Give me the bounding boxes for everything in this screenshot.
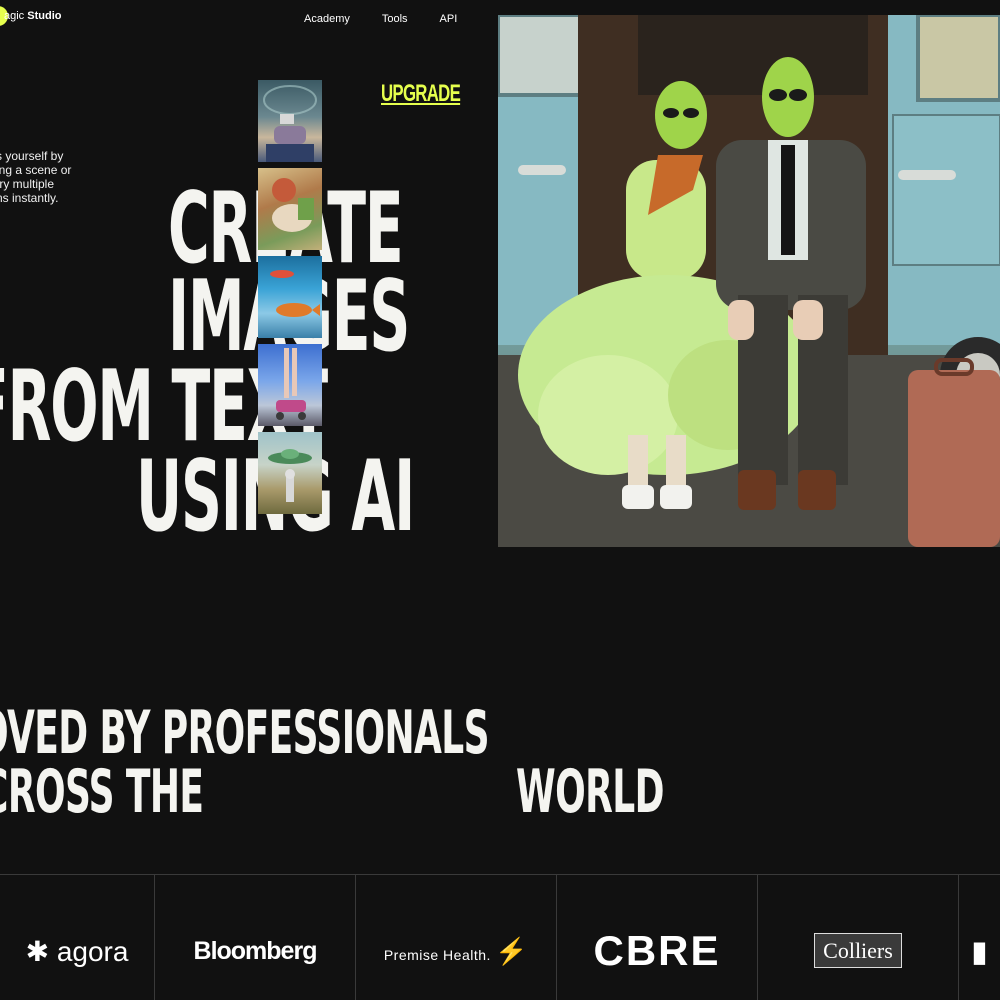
colliers-logo: Colliers <box>814 933 902 968</box>
thumbnail-4-art <box>276 348 306 420</box>
loved-by-line-2: CROSS THE <box>0 757 204 827</box>
example-thumbnail-strip <box>258 80 322 514</box>
loved-by-line-1: OVED BY PROFESSIONALS <box>0 698 490 768</box>
loved-by-line-3: WORLD <box>516 757 664 827</box>
hero-photo <box>498 15 1000 547</box>
thumbnail-image[interactable] <box>258 256 322 338</box>
partial-logo: ▮ <box>971 935 988 967</box>
logo-cell-colliers: Colliers <box>758 875 959 1000</box>
logo-cell-agora: ✱ agora <box>0 875 155 1000</box>
thumbnail-5-art <box>268 449 312 502</box>
thumbnail-image[interactable] <box>258 432 322 514</box>
premise-health-logo-text: Premise Health. <box>383 946 491 963</box>
bloomberg-logo: Bloomberg <box>193 936 318 965</box>
premise-health-logo: Premise Health. ⚡ <box>384 910 528 967</box>
thumbnail-1-art <box>263 85 317 162</box>
agora-logo-text: agora <box>56 935 129 967</box>
thumbnail-image[interactable] <box>258 80 322 162</box>
lightning-bolt-icon: ⚡ <box>495 935 529 966</box>
hero-photo-art <box>498 15 1000 547</box>
client-logo-strip: ✱ agora Bloomberg Premise Health. ⚡ CBRE… <box>0 874 1000 1000</box>
thumbnail-2-art <box>272 178 314 232</box>
thumbnail-image[interactable] <box>258 168 322 250</box>
hero-headline: CREATE IMAGES FROM TEXT USING AI <box>0 0 500 560</box>
logo-cell-cbre: CBRE <box>557 875 758 1000</box>
logo-cell-premise-health: Premise Health. ⚡ <box>356 875 557 1000</box>
colliers-logo-wrapper: Colliers <box>814 912 902 968</box>
agora-logo: ✱ agora <box>26 909 129 968</box>
page: agic Studio Academy Tools API N UPGRADE … <box>0 0 1000 1000</box>
logo-cell-bloomberg: Bloomberg <box>155 875 356 1000</box>
agora-mark-icon: ✱ <box>25 935 57 967</box>
cbre-logo: CBRE <box>593 927 721 974</box>
thumbnail-3-art <box>270 270 320 317</box>
thumbnail-image[interactable] <box>258 344 322 426</box>
logo-cell-partial: ▮ <box>959 875 1000 1000</box>
